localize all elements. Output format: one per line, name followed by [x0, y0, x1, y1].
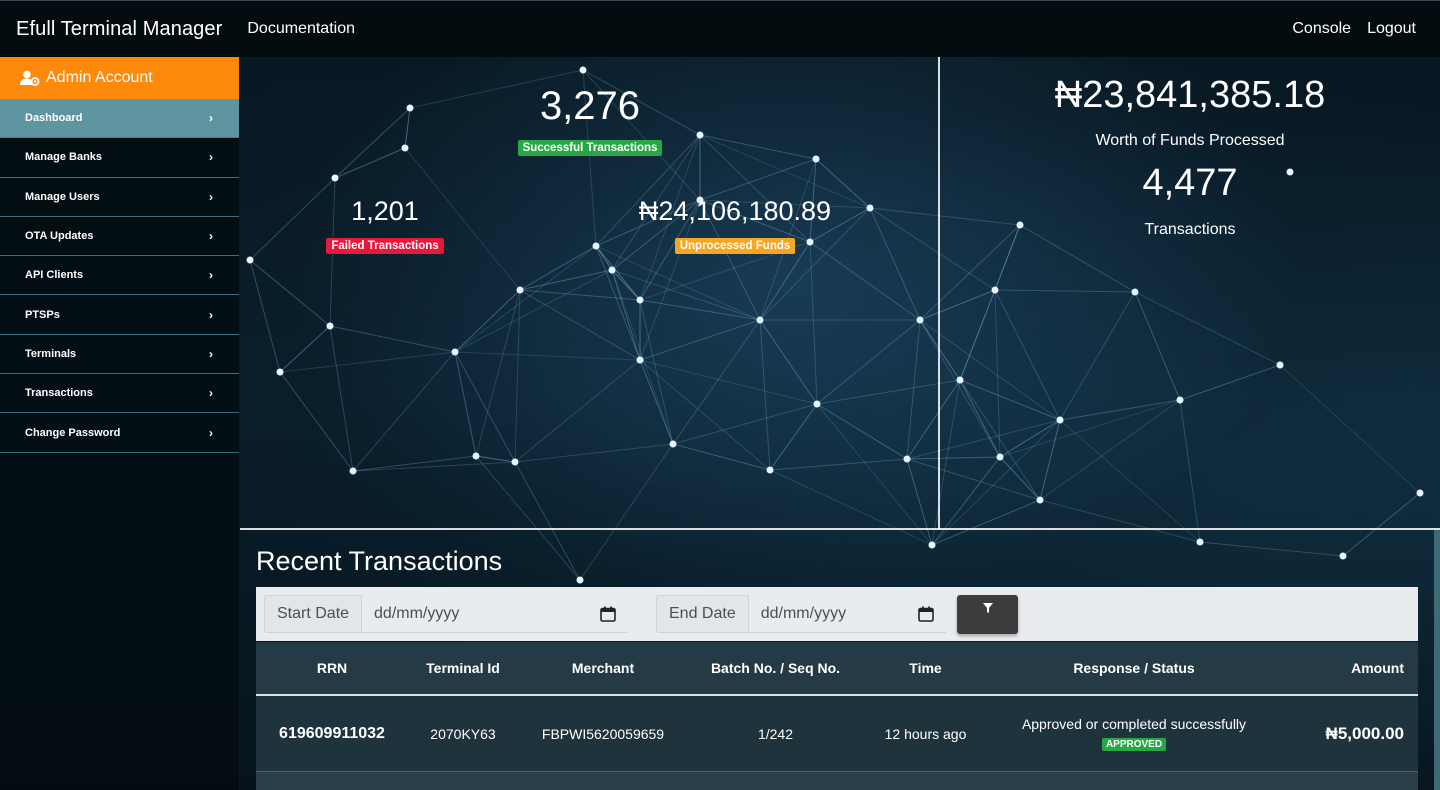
sidebar-item-label: OTA Updates — [25, 230, 94, 243]
table-row[interactable] — [256, 772, 1418, 790]
recent-transactions-section: Recent Transactions Start Date dd/mm/yyy… — [240, 530, 1440, 790]
sidebar-item-label: Dashboard — [25, 112, 83, 125]
sidebar-item-label: Terminals — [25, 347, 77, 360]
stats-panel-left: 3,276 Successful Transactions 1,201 Fail… — [240, 57, 938, 529]
column-header-terminal-id[interactable]: Terminal Id — [408, 660, 518, 676]
cell-time: 12 hours ago — [884, 725, 967, 742]
sidebar-item-label: API Clients — [25, 269, 84, 282]
sidebar-item-change-password[interactable]: Change Password › — [0, 413, 239, 453]
end-date-group: End Date dd/mm/yyyy — [656, 595, 946, 633]
cell-amount: ₦5,000.00 — [1325, 723, 1404, 743]
end-date-placeholder: dd/mm/yyyy — [760, 604, 847, 622]
sidebar: Admin Account Dashboard › Manage Banks ›… — [0, 57, 240, 790]
sidebar-item-transactions[interactable]: Transactions › — [0, 374, 239, 414]
column-header-time[interactable]: Time — [863, 660, 988, 676]
column-header-rrn[interactable]: RRN — [256, 660, 408, 676]
sidebar-item-label: Transactions — [25, 387, 93, 400]
sidebar-item-label: Manage Users — [25, 190, 100, 203]
chevron-right-icon: › — [209, 189, 213, 204]
sidebar-item-ota-updates[interactable]: OTA Updates › — [0, 217, 239, 257]
sidebar-item-label: Change Password — [25, 426, 121, 439]
admin-account-label: Admin Account — [46, 69, 153, 86]
unprocessed-badge: Unprocessed Funds — [674, 238, 796, 254]
console-link[interactable]: Console — [1292, 20, 1351, 38]
section-title: Recent Transactions — [256, 546, 503, 576]
cell-rrn: 619609911032 — [279, 724, 385, 742]
date-filter-bar: Start Date dd/mm/yyyy End Date dd/mm/yyy… — [256, 587, 1418, 641]
chevron-right-icon: › — [209, 229, 213, 244]
sidebar-item-dashboard[interactable]: Dashboard › — [0, 99, 239, 139]
calendar-icon[interactable] — [600, 606, 616, 622]
end-date-label: End Date — [656, 595, 749, 633]
brand-title[interactable]: Efull Terminal Manager — [16, 18, 222, 41]
start-date-placeholder: dd/mm/yyyy — [374, 604, 460, 622]
nav-right: Console Logout — [1292, 20, 1416, 38]
successful-transactions-stat: 3,276 Successful Transactions — [510, 83, 670, 156]
table-row[interactable]: 619609911032 2070KY63 FBPWI5620059659 1/… — [256, 696, 1418, 772]
funds-processed-amount: ₦23,841,385.18 — [1054, 74, 1326, 116]
status-badge: APPROVED — [1101, 738, 1167, 751]
successful-badge: Successful Transactions — [517, 140, 663, 156]
chevron-right-icon: › — [209, 386, 213, 401]
funds-processed-label: Worth of Funds Processed — [1095, 132, 1285, 149]
column-header-amount[interactable]: Amount — [1280, 660, 1418, 676]
cell-merchant: FBPWI5620059659 — [541, 725, 665, 742]
failed-count: 1,201 — [351, 196, 419, 226]
chevron-right-icon: › — [209, 111, 213, 126]
start-date-input[interactable]: dd/mm/yyyy — [362, 595, 629, 633]
page: Efull Terminal Manager Documentation Con… — [0, 0, 1440, 790]
failed-transactions-stat: 1,201 Failed Transactions — [300, 194, 470, 254]
end-date-input[interactable]: dd/mm/yyyy — [748, 595, 946, 633]
admin-account-button[interactable]: Admin Account — [0, 57, 239, 99]
chevron-right-icon: › — [209, 268, 213, 283]
user-cog-icon — [20, 70, 40, 86]
column-header-response-status[interactable]: Response / Status — [988, 660, 1280, 676]
filter-button[interactable] — [957, 595, 1018, 634]
transactions-count: 4,477 — [1142, 162, 1238, 204]
chevron-right-icon: › — [209, 425, 213, 440]
cell-batch-seq: 1/242 — [757, 725, 794, 742]
sidebar-item-api-clients[interactable]: API Clients › — [0, 256, 239, 296]
sidebar-item-ptsps[interactable]: PTSPs › — [0, 295, 239, 335]
calendar-icon[interactable] — [917, 606, 934, 622]
sidebar-item-terminals[interactable]: Terminals › — [0, 335, 239, 375]
chevron-right-icon: › — [209, 346, 213, 361]
transactions-label: Transactions — [1144, 221, 1236, 238]
failed-badge: Failed Transactions — [326, 238, 444, 254]
table-header: RRN Terminal Id Merchant Batch No. / Seq… — [256, 642, 1418, 696]
filter-icon — [982, 603, 993, 613]
cell-terminal-id: 2070KY63 — [430, 725, 496, 742]
top-navbar: Efull Terminal Manager Documentation Con… — [0, 0, 1440, 57]
sidebar-item-manage-users[interactable]: Manage Users › — [0, 178, 239, 217]
column-header-merchant[interactable]: Merchant — [518, 660, 688, 676]
logout-link[interactable]: Logout — [1367, 20, 1416, 38]
chevron-right-icon: › — [209, 307, 213, 322]
start-date-group: Start Date dd/mm/yyyy — [264, 595, 629, 633]
stats-panel-right: ₦23,841,385.18 Worth of Funds Processed … — [940, 57, 1440, 529]
unprocessed-funds-stat: ₦24,106,180.89 Unprocessed Funds — [630, 194, 840, 254]
sidebar-item-manage-banks[interactable]: Manage Banks › — [0, 138, 239, 178]
transactions-table: RRN Terminal Id Merchant Batch No. / Seq… — [256, 642, 1418, 790]
response-text: Approved or completed successfully — [1021, 716, 1247, 732]
start-date-label: Start Date — [264, 595, 363, 633]
column-header-batch-seq[interactable]: Batch No. / Seq No. — [688, 660, 863, 676]
sidebar-item-label: Manage Banks — [25, 151, 103, 164]
chevron-right-icon: › — [209, 150, 213, 165]
unprocessed-amount: ₦24,106,180.89 — [638, 196, 832, 226]
sidebar-item-label: PTSPs — [25, 308, 60, 321]
documentation-link[interactable]: Documentation — [247, 20, 355, 38]
successful-count: 3,276 — [539, 84, 641, 128]
cell-response-status: Approved or completed successfully APPRO… — [988, 716, 1280, 751]
scrollbar[interactable] — [1434, 530, 1440, 790]
